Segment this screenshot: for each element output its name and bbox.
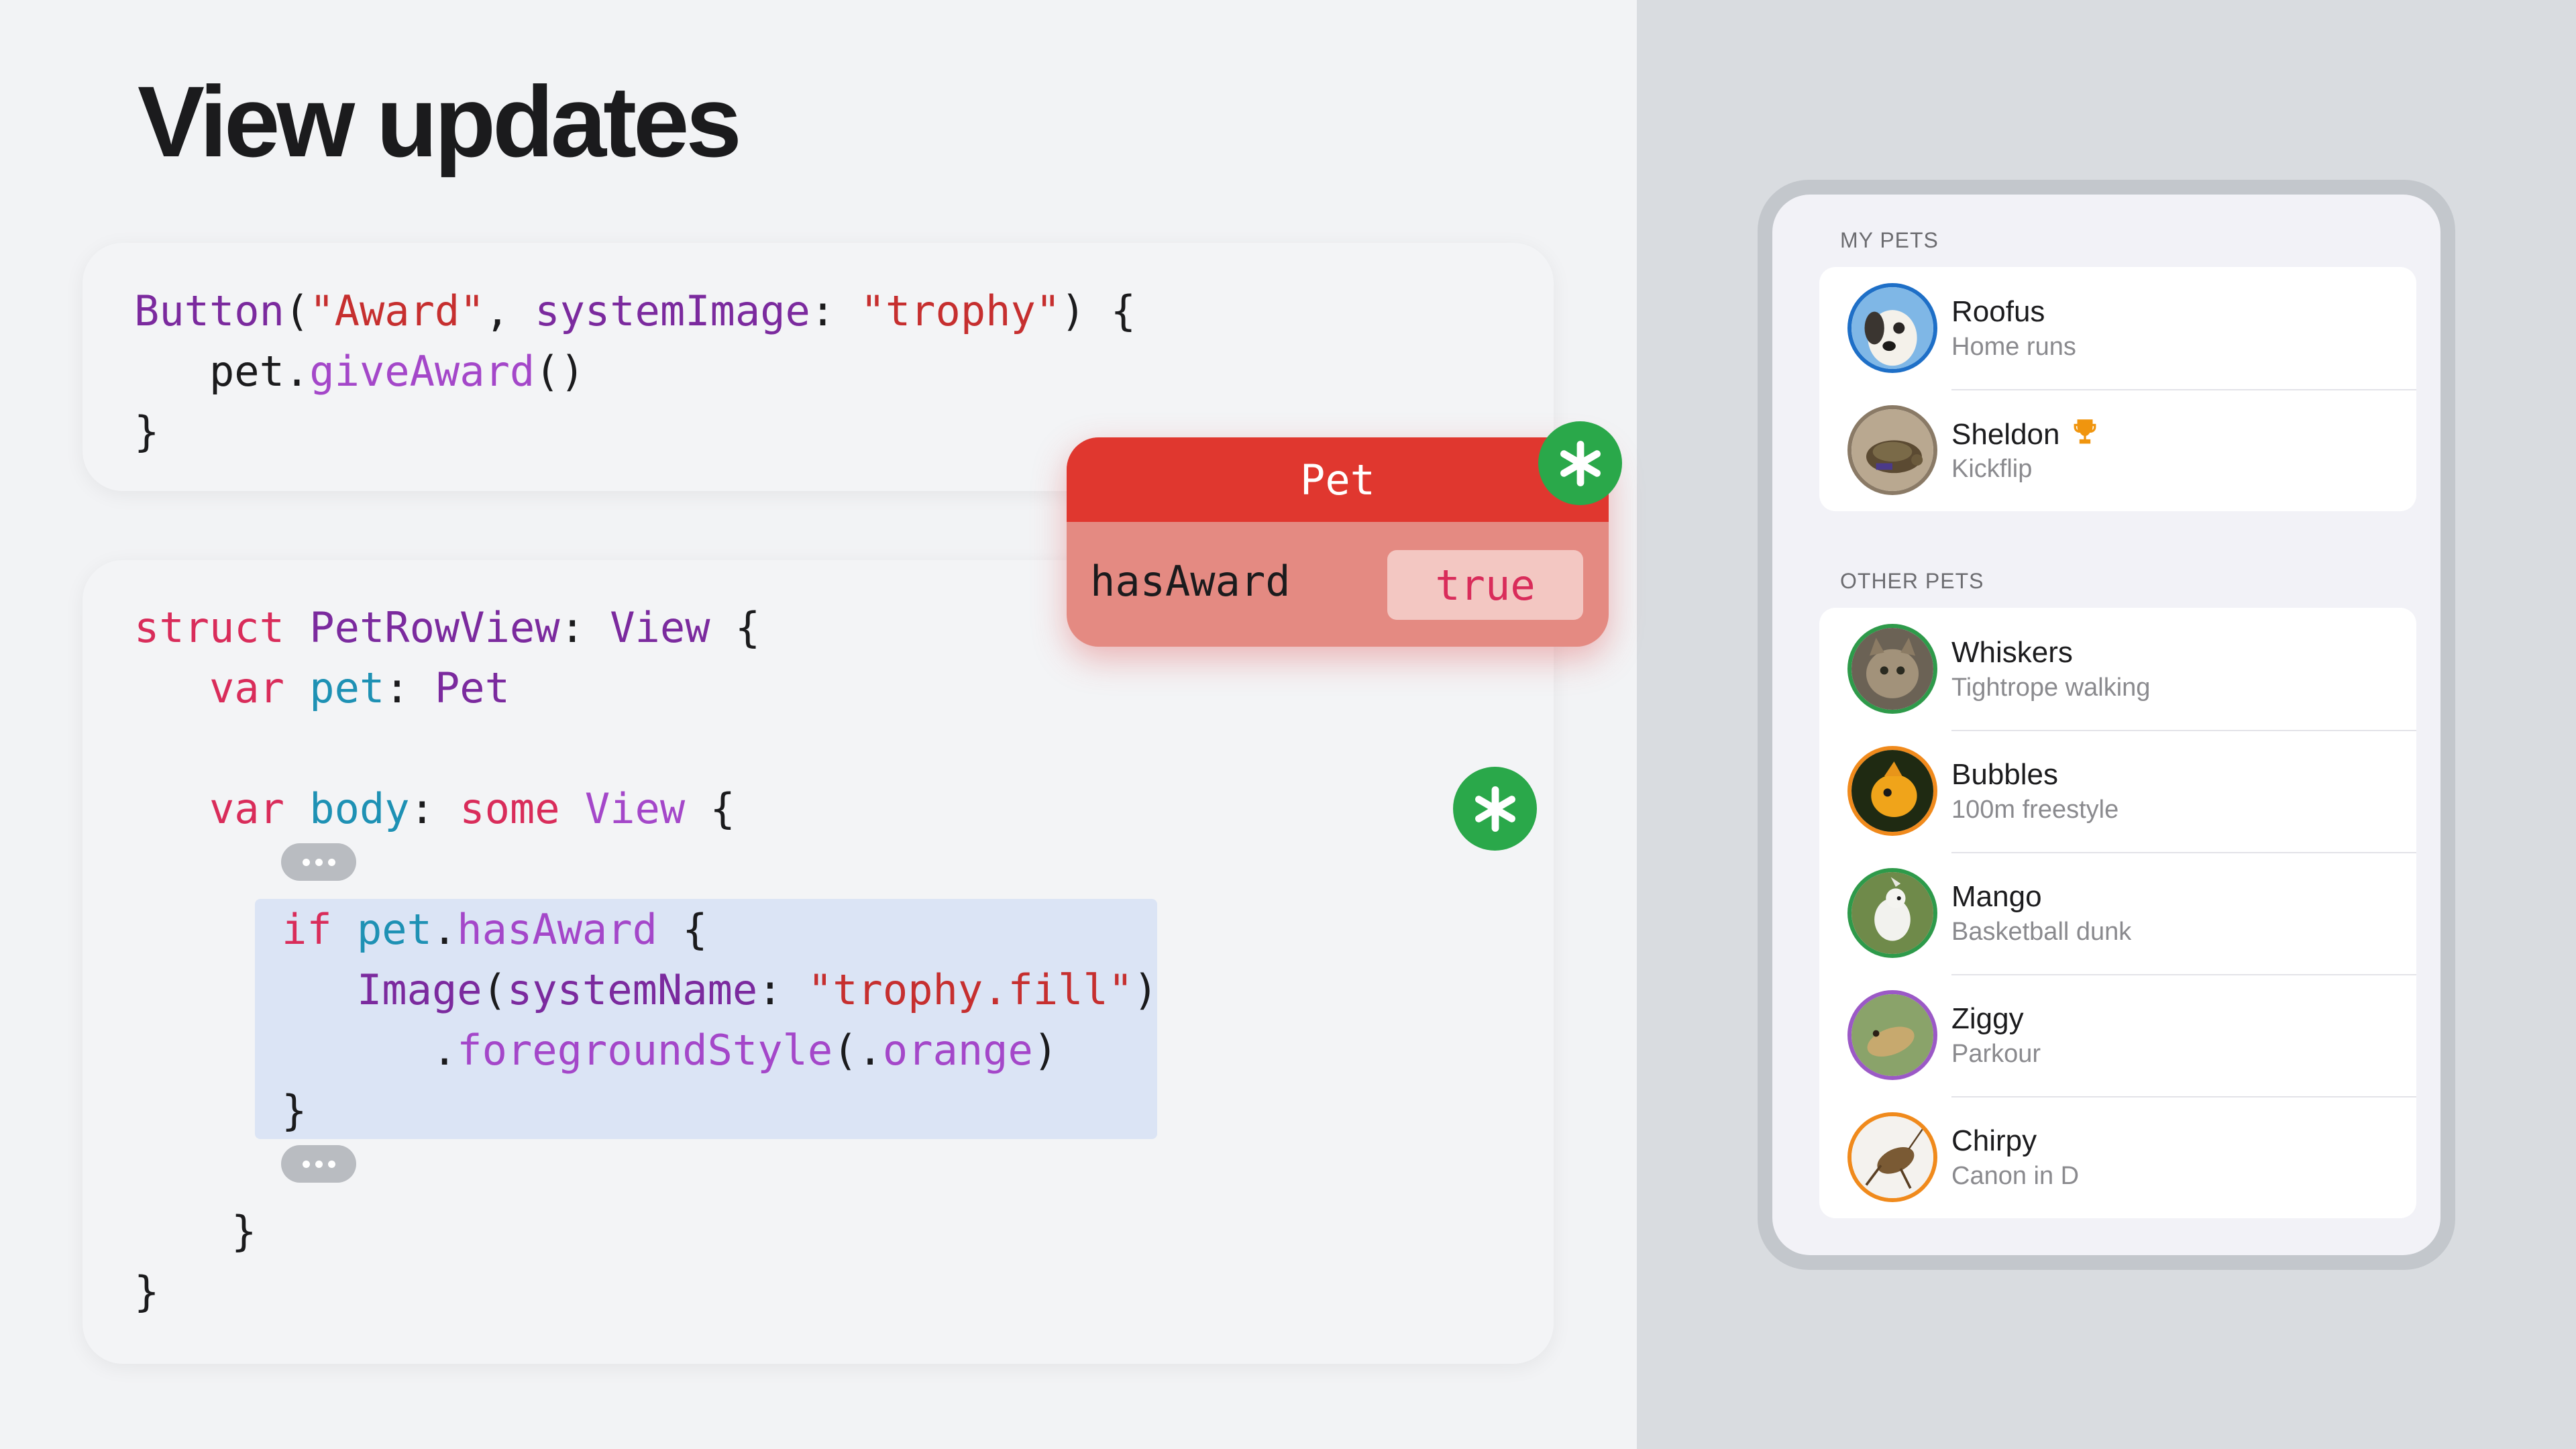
device-frame: MY PETS Roofus Home runs Sheldon Kickfli… (1758, 180, 2455, 1270)
pet-name: Mango (1951, 880, 2042, 913)
pet-row-whiskers[interactable]: Whiskers Tightrope walking (1819, 608, 2416, 730)
struct-closing-brace: } (134, 1267, 160, 1316)
pet-avatar (1847, 746, 1937, 836)
pet-model-title: Pet (1067, 437, 1609, 522)
pet-property-value: true (1387, 550, 1583, 620)
other-pets-list: Whiskers Tightrope walking Bubbles 100m … (1819, 608, 2416, 1218)
pet-model-card: Pet hasAward true (1067, 437, 1609, 647)
award-code: if pet.hasAward { Image(systemName: "tro… (282, 905, 1159, 1135)
pet-avatar (1847, 868, 1937, 958)
pet-row-view-code: struct PetRowView: View { var pet: Pet v… (134, 603, 761, 833)
pet-row-bubbles[interactable]: Bubbles 100m freestyle (1819, 730, 2416, 852)
pet-name: Roofus (1951, 295, 2045, 328)
trophy-icon (2072, 417, 2098, 455)
collapsed-code-button[interactable] (281, 1145, 356, 1183)
pet-name: Chirpy (1951, 1124, 2037, 1157)
pet-trick: Parkour (1951, 1040, 2041, 1068)
collapsed-code-button[interactable] (281, 843, 356, 881)
pet-trick: Kickflip (1951, 455, 2033, 483)
my-pets-list: Roofus Home runs Sheldon Kickflip (1819, 267, 2416, 511)
pet-row-chirpy[interactable]: Chirpy Canon in D (1819, 1096, 2416, 1218)
pet-row-sheldon[interactable]: Sheldon Kickflip (1819, 389, 2416, 511)
pet-row-roofus[interactable]: Roofus Home runs (1819, 267, 2416, 389)
pet-avatar (1847, 1112, 1937, 1202)
pet-name: Whiskers (1951, 636, 2073, 669)
pet-avatar (1847, 990, 1937, 1080)
pet-property-name: hasAward (1090, 557, 1291, 606)
slide-title: View updates (138, 65, 742, 178)
pet-name: Ziggy (1951, 1002, 2024, 1035)
section-header-other-pets: OTHER PETS (1840, 569, 1984, 593)
pet-name: Sheldon (1951, 417, 2098, 455)
pet-trick: Basketball dunk (1951, 918, 2132, 946)
button-code: Button("Award", systemImage: "trophy") {… (134, 286, 1136, 456)
pet-name: Bubbles (1951, 758, 2059, 791)
pet-trick: Tightrope walking (1951, 674, 2151, 702)
asterisk-icon (1538, 421, 1622, 505)
asterisk-icon (1453, 767, 1537, 851)
pet-trick: Canon in D (1951, 1162, 2080, 1190)
section-header-my-pets: MY PETS (1840, 228, 1939, 252)
pet-row-mango[interactable]: Mango Basketball dunk (1819, 852, 2416, 974)
pet-trick: Home runs (1951, 333, 2076, 361)
pet-trick: 100m freestyle (1951, 796, 2119, 824)
pet-avatar (1847, 283, 1937, 373)
pets-app-screen: MY PETS Roofus Home runs Sheldon Kickfli… (1772, 195, 2440, 1255)
body-closing-brace: } (231, 1207, 257, 1256)
pet-avatar (1847, 624, 1937, 714)
pet-row-ziggy[interactable]: Ziggy Parkour (1819, 974, 2416, 1096)
pet-avatar (1847, 405, 1937, 495)
